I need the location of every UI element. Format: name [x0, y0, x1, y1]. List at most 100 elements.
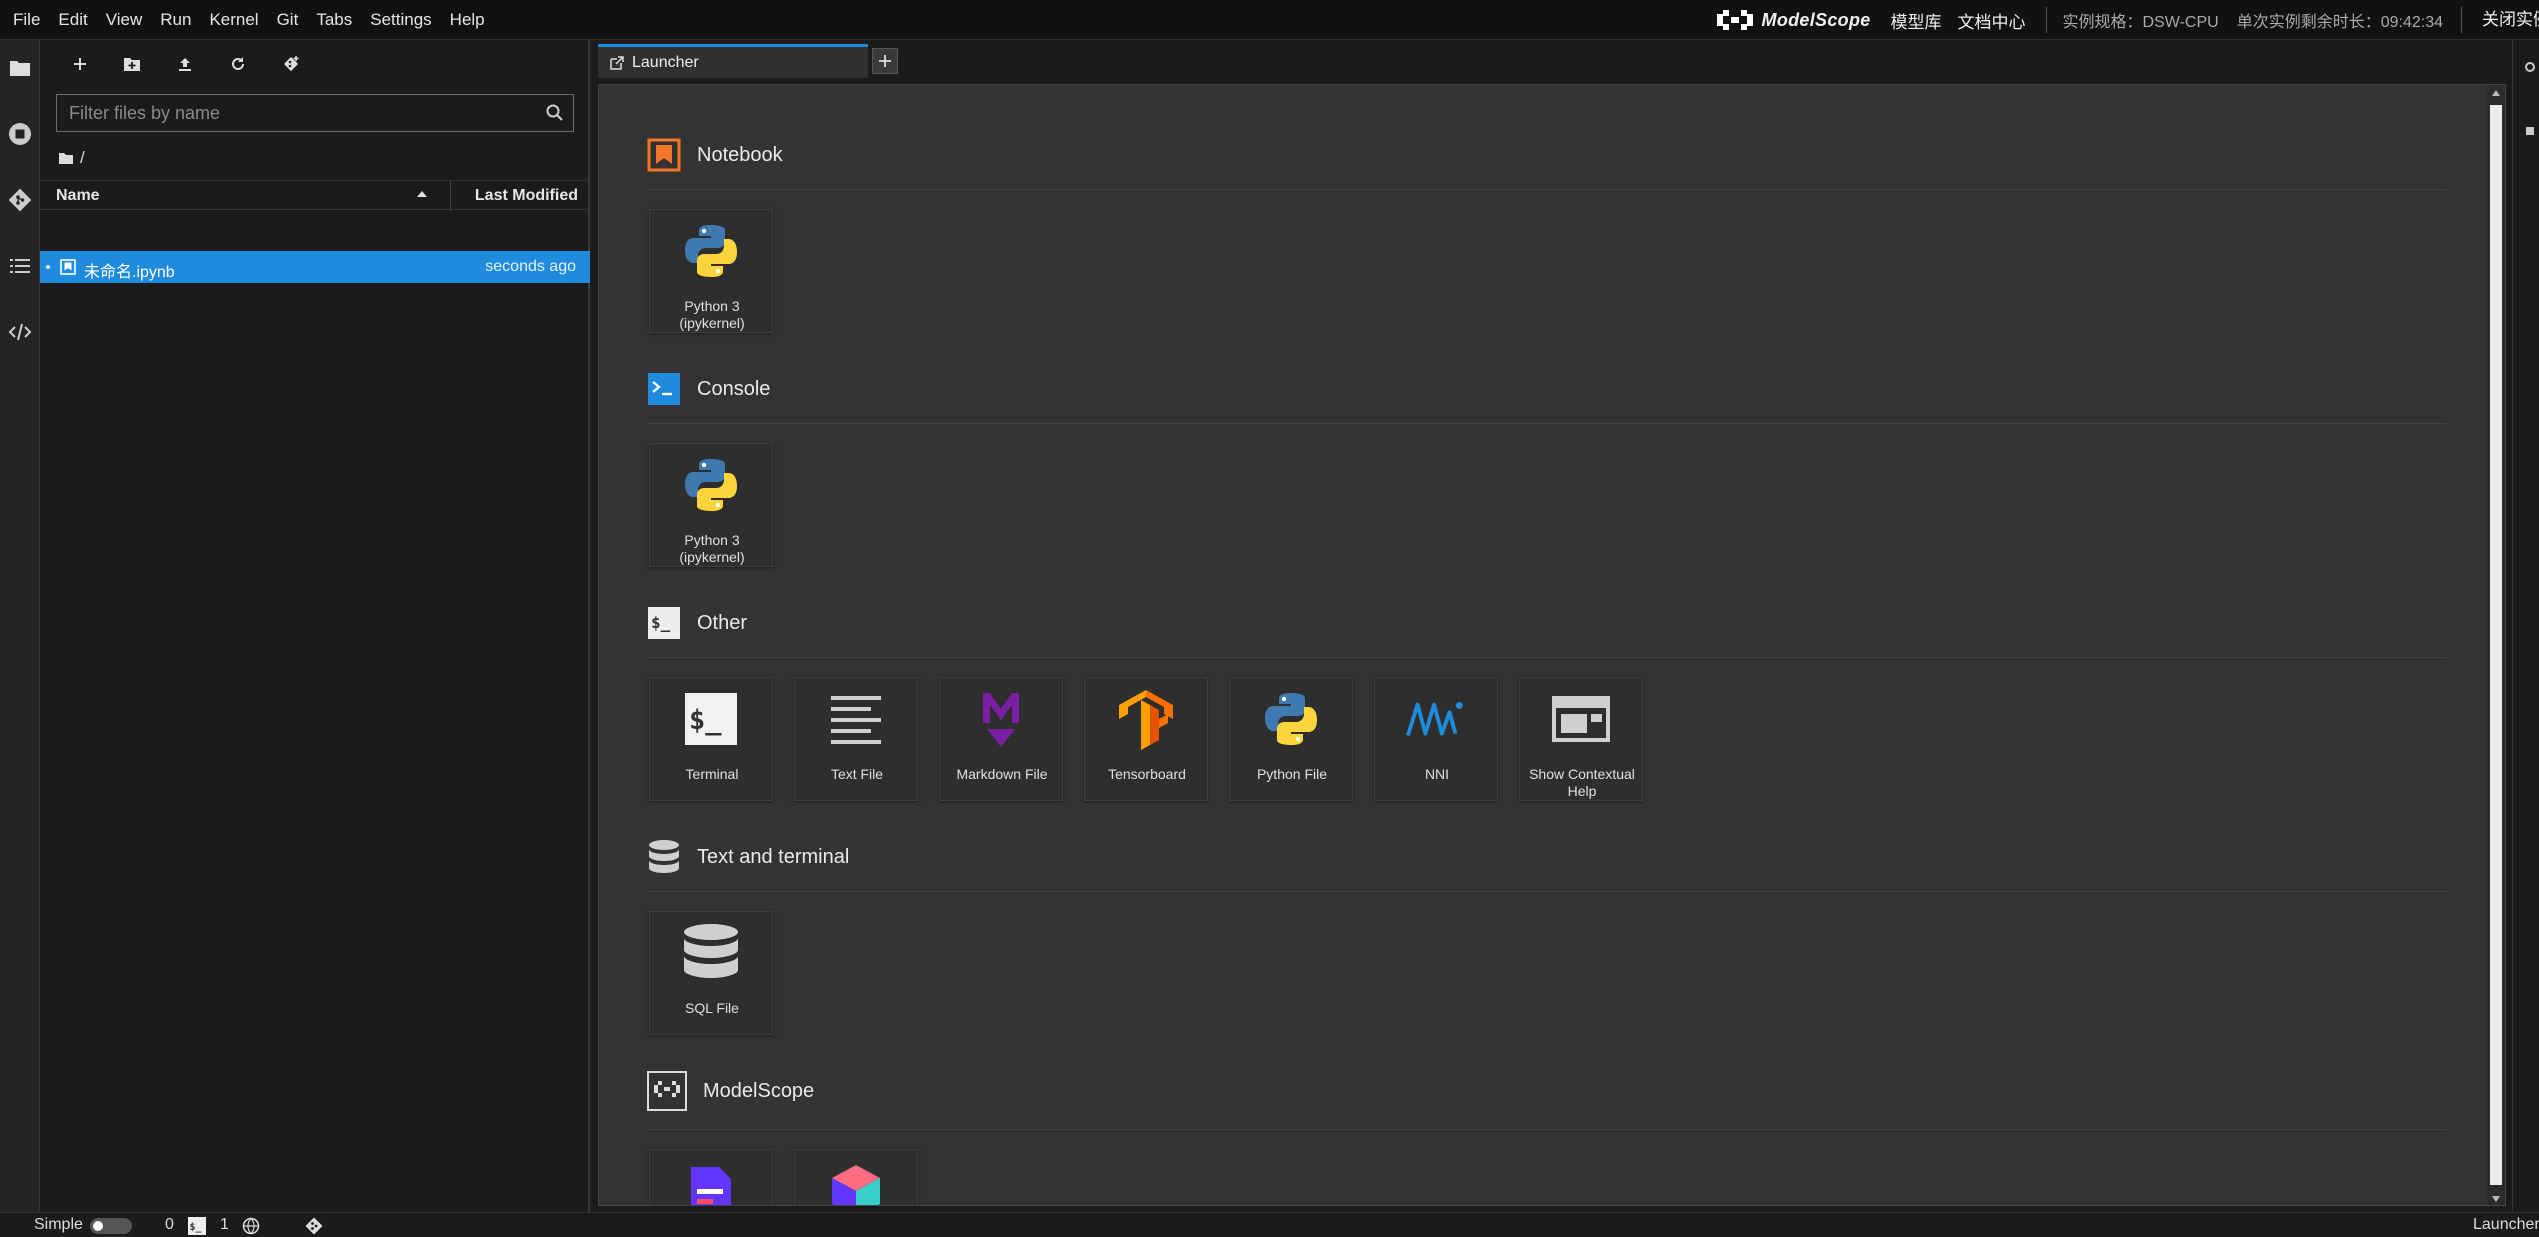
brand-name: ModelScope	[1761, 9, 1871, 30]
breadcrumb: /	[58, 144, 85, 172]
launcher-card-modelscope-model[interactable]	[794, 1149, 918, 1205]
menu-settings[interactable]: Settings	[361, 0, 440, 40]
simple-mode-label: Simple	[34, 1216, 83, 1233]
new-folder-icon	[124, 57, 140, 71]
activity-bar	[0, 40, 40, 1212]
terminal-icon: $_	[680, 688, 742, 750]
section-title: Notebook	[697, 143, 783, 166]
launcher-card-notebook-python3[interactable]: Python 3 (ipykernel)	[649, 209, 773, 333]
git-icon	[8, 188, 32, 212]
modelscope-icon	[1716, 10, 1753, 30]
menu-view[interactable]: View	[97, 0, 152, 40]
tab-bar: Launcher	[598, 44, 898, 78]
filter-input[interactable]	[57, 95, 537, 131]
file-modified: seconds ago	[485, 258, 576, 275]
git-clone-button[interactable]	[279, 52, 303, 76]
model-hub-link[interactable]: 模型库	[1891, 8, 1942, 33]
modelscope-section-header: ModelScope	[647, 1071, 815, 1111]
file-browser-panel: / Name Last Modified 未命名.ipynb seconds a…	[40, 40, 590, 1212]
new-launcher-button[interactable]	[68, 52, 92, 76]
menu-edit[interactable]: Edit	[49, 0, 96, 40]
top-right-area: ModelScope 模型库 文档中心 实例规格：DSW-CPU 单次实例剩余时…	[1716, 0, 2539, 40]
code-snippets-tab[interactable]	[0, 312, 40, 352]
launcher-card-tensorboard[interactable]: Tensorboard	[1084, 677, 1208, 801]
menu-run[interactable]: Run	[151, 0, 200, 40]
main-menu: File Edit View Run Kernel Git Tabs Setti…	[0, 0, 494, 40]
menu-kernel[interactable]: Kernel	[200, 0, 267, 40]
launcher-card-nni[interactable]: NNI	[1374, 677, 1498, 801]
scroll-down-icon[interactable]	[2492, 1196, 2500, 1202]
section-divider	[647, 657, 2447, 658]
sort-ascending-icon[interactable]	[416, 189, 428, 199]
card-label: Python 3 (ipykernel)	[679, 532, 745, 565]
notebook-file-icon	[60, 259, 76, 275]
git-status-icon[interactable]	[304, 1216, 324, 1236]
launcher-card-console-python3[interactable]: Python 3 (ipykernel)	[649, 443, 773, 567]
stop-circle-icon	[9, 123, 31, 145]
section-divider	[647, 189, 2447, 190]
home-folder-icon[interactable]	[58, 152, 74, 165]
column-divider[interactable]	[450, 181, 451, 211]
menu-git[interactable]: Git	[268, 0, 308, 40]
card-label: Python 3 (ipykernel)	[679, 298, 745, 331]
close-instance-button[interactable]: 关闭实例	[2461, 7, 2539, 33]
card-label: Markdown File	[956, 766, 1048, 782]
file-name: 未命名.ipynb	[84, 264, 175, 281]
debugger-icon[interactable]	[2523, 124, 2537, 138]
current-activity: Launcher	[2473, 1216, 2539, 1233]
menu-tabs[interactable]: Tabs	[307, 0, 361, 40]
python-icon	[680, 454, 742, 516]
document-icon	[680, 1160, 742, 1205]
table-of-contents-tab[interactable]	[0, 246, 40, 286]
launcher-card-python-file[interactable]: Python File	[1229, 677, 1353, 801]
modelscope-logo[interactable]: ModelScope	[1716, 9, 1871, 31]
tab-label: Launcher	[632, 53, 699, 71]
menu-file[interactable]: File	[4, 0, 49, 40]
section-title: Other	[697, 611, 748, 634]
section-divider	[647, 891, 2447, 892]
new-folder-button[interactable]	[120, 52, 144, 76]
launcher-card-markdown-file[interactable]: Markdown File	[939, 677, 1063, 801]
section-divider	[647, 423, 2447, 424]
tensorflow-icon	[1115, 688, 1177, 750]
refresh-button[interactable]	[226, 52, 250, 76]
launcher-card-sql-file[interactable]: SQL File	[649, 911, 773, 1035]
running-sessions-tab[interactable]	[0, 114, 40, 154]
section-title: ModelScope	[703, 1079, 815, 1102]
svg-text:$_: $_	[689, 705, 722, 736]
terminal-status-icon[interactable]: $_	[188, 1217, 206, 1235]
modified-column-header[interactable]: Last Modified	[475, 187, 578, 205]
card-label: Show Contextual Help	[1529, 766, 1635, 799]
launcher-card-terminal[interactable]: $_ Terminal	[649, 677, 773, 801]
docs-link[interactable]: 文档中心	[1958, 8, 2026, 33]
file-filter	[56, 94, 574, 132]
notebook-section-header: Notebook	[647, 137, 783, 173]
launcher-card-modelscope-doc[interactable]	[649, 1149, 773, 1205]
breadcrumb-root[interactable]: /	[80, 148, 85, 168]
scroll-up-icon[interactable]	[2492, 90, 2500, 96]
new-tab-button[interactable]	[872, 48, 898, 74]
name-column-header[interactable]: Name	[56, 187, 100, 205]
upload-button[interactable]	[173, 52, 197, 76]
file-list-item[interactable]: 未命名.ipynb seconds ago	[40, 251, 590, 283]
launcher-card-contextual-help[interactable]: Show Contextual Help	[1519, 677, 1643, 801]
property-inspector-icon[interactable]	[2523, 60, 2537, 74]
terminal-section-icon: $_	[648, 607, 680, 639]
card-label: SQL File	[685, 1000, 739, 1016]
file-browser-tab[interactable]	[0, 48, 40, 88]
notebook-section-icon	[647, 138, 681, 172]
menu-help[interactable]: Help	[441, 0, 494, 40]
launcher-icon	[610, 55, 624, 70]
card-label: Python File	[1256, 766, 1328, 782]
tab-launcher[interactable]: Launcher	[598, 44, 868, 78]
cube-icon	[825, 1160, 887, 1205]
running-indicator	[46, 265, 50, 269]
kernel-status-icon[interactable]	[242, 1217, 260, 1235]
simple-mode-toggle[interactable]	[90, 1218, 132, 1234]
git-tab[interactable]	[0, 180, 40, 220]
nni-icon	[1405, 688, 1467, 750]
launcher-card-text-file[interactable]: Text File	[794, 677, 918, 801]
scrollbar-thumb[interactable]	[2490, 105, 2502, 1185]
launcher-scrollbar[interactable]	[2487, 85, 2505, 1205]
instance-spec: 实例规格：DSW-CPU	[2062, 14, 2219, 31]
